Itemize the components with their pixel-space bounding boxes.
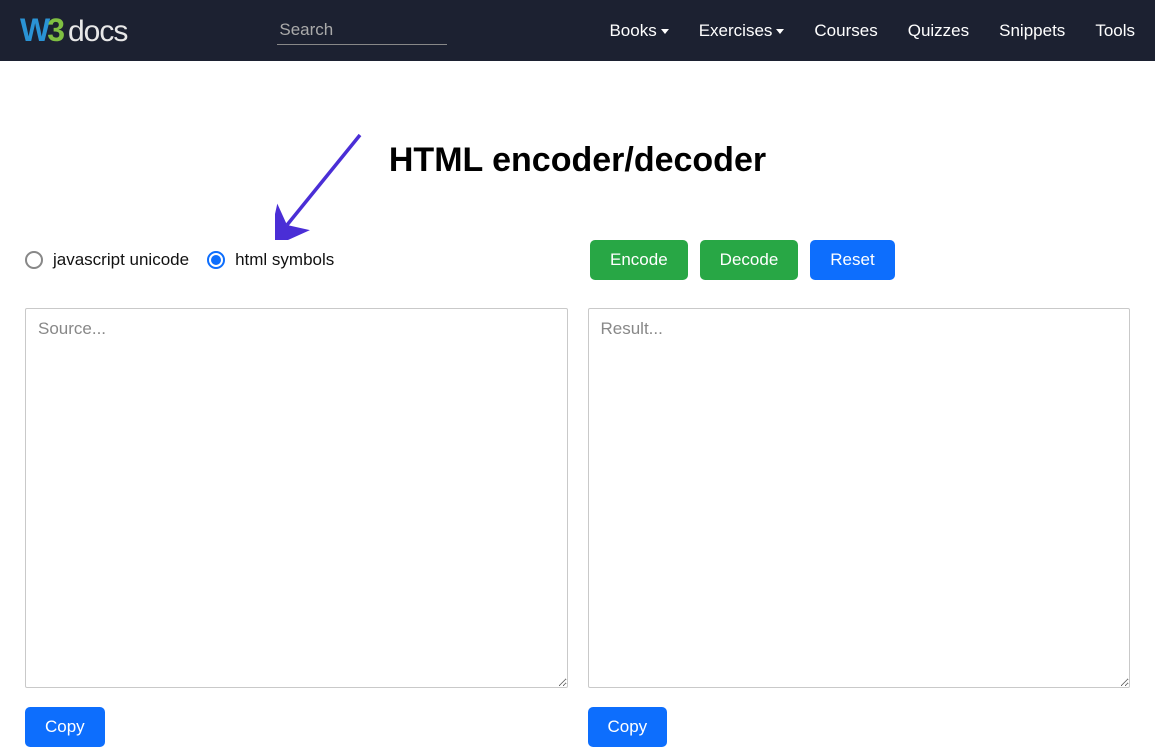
io-panels: Copy Copy (25, 308, 1130, 747)
page-title: HTML encoder/decoder (0, 141, 1155, 180)
logo-letter-w: W (20, 12, 49, 49)
nav-label: Books (609, 21, 656, 41)
search-wrap (277, 16, 447, 45)
nav-item-books[interactable]: Books (609, 21, 668, 41)
source-panel: Copy (25, 308, 568, 747)
nav-item-courses[interactable]: Courses (814, 21, 877, 41)
nav-item-snippets[interactable]: Snippets (999, 21, 1065, 41)
controls-row: javascript unicode html symbols Encode D… (25, 240, 1130, 280)
radio-icon (25, 251, 43, 269)
result-panel: Copy (588, 308, 1131, 747)
nav-label: Exercises (699, 21, 773, 41)
result-textarea[interactable] (588, 308, 1131, 688)
radio-html-symbols[interactable]: html symbols (207, 250, 334, 270)
logo-letter-3: 3 (47, 12, 64, 49)
nav-links: Books Exercises Courses Quizzes Snippets… (609, 21, 1135, 41)
nav-label: Quizzes (908, 21, 969, 41)
chevron-down-icon (776, 29, 784, 34)
copy-result-button[interactable]: Copy (588, 707, 668, 747)
encode-button[interactable]: Encode (590, 240, 688, 280)
action-buttons: Encode Decode Reset (590, 240, 895, 280)
nav-label: Courses (814, 21, 877, 41)
nav-item-exercises[interactable]: Exercises (699, 21, 785, 41)
decode-button[interactable]: Decode (700, 240, 799, 280)
radio-label: html symbols (235, 250, 334, 270)
radio-icon (207, 251, 225, 269)
nav-label: Snippets (999, 21, 1065, 41)
nav-item-quizzes[interactable]: Quizzes (908, 21, 969, 41)
nav-item-tools[interactable]: Tools (1095, 21, 1135, 41)
radio-javascript-unicode[interactable]: javascript unicode (25, 250, 189, 270)
reset-button[interactable]: Reset (810, 240, 894, 280)
chevron-down-icon (661, 29, 669, 34)
nav-label: Tools (1095, 21, 1135, 41)
source-textarea[interactable] (25, 308, 568, 688)
site-logo[interactable]: W 3 docs (20, 12, 127, 49)
radio-label: javascript unicode (53, 250, 189, 270)
copy-source-button[interactable]: Copy (25, 707, 105, 747)
top-navbar: W 3 docs Books Exercises Courses Quizzes… (0, 0, 1155, 61)
mode-radio-group: javascript unicode html symbols (25, 250, 570, 270)
search-input[interactable] (277, 16, 447, 45)
logo-text-docs: docs (68, 15, 127, 49)
